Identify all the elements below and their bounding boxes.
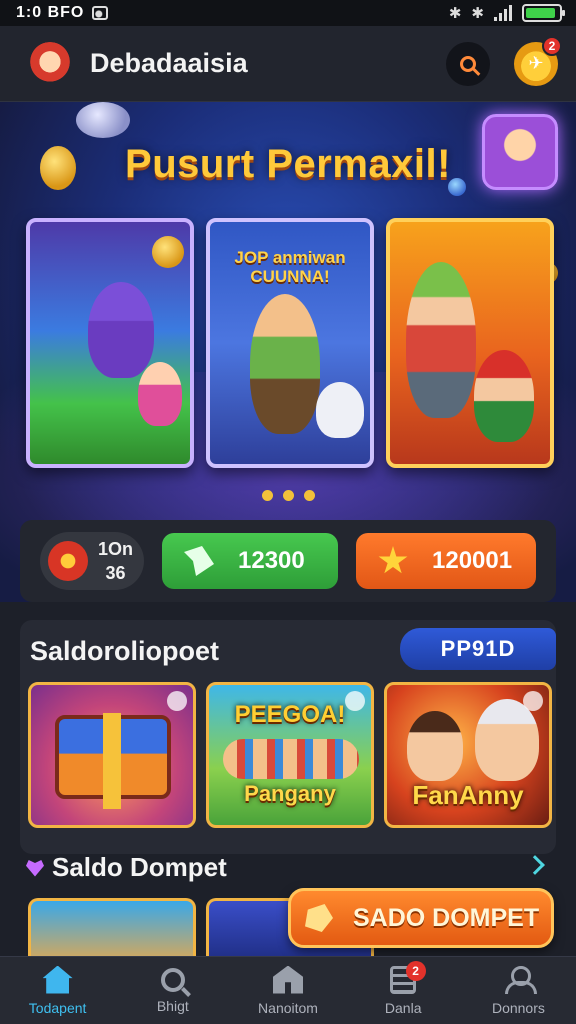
star-icon [378, 546, 408, 574]
user-icon [503, 965, 538, 994]
battery-icon [522, 4, 565, 22]
hero-title: Pusurt Permaxil! [125, 142, 451, 186]
info-icon[interactable] [345, 691, 365, 711]
game-thumb-chest[interactable] [28, 682, 196, 828]
nav-badge: 2 [405, 961, 426, 981]
orange-balance-value: 120001 [432, 547, 513, 574]
game-thumbs: PEEGOA! Pangany FanAnny [28, 682, 552, 828]
treasure-chest-icon [55, 713, 171, 809]
bluetooth-icon: ✱ [448, 5, 462, 22]
game-card[interactable]: JOP anmiwan CUUNNA! [206, 218, 374, 468]
character-figure [406, 262, 476, 418]
thumb-title: FanAnny [412, 780, 524, 810]
level-badge-line1: 1On [98, 539, 134, 559]
game-card[interactable] [386, 218, 554, 468]
coin-decoration [152, 236, 184, 268]
app-title: Debadaaisia [90, 48, 248, 78]
app-screen: 1:0 BFO ✱ ✱ Debadaaisia ✈ 2 Pusurt Perma… [0, 0, 576, 1024]
character-figure [474, 350, 534, 442]
nav-label: Todapent [28, 999, 87, 1016]
nav-messages[interactable]: 2 Danla [346, 957, 461, 1024]
store-icon [273, 965, 303, 994]
nav-label: Bhigt [156, 997, 189, 1014]
nav-store[interactable]: Nanoitom [230, 957, 345, 1024]
character-figure [88, 282, 154, 378]
search-button[interactable] [446, 41, 490, 86]
saldo-dompet-button[interactable]: SADO DOMPET [288, 888, 554, 948]
character-figure [250, 294, 320, 434]
notification-button[interactable]: ✈ 2 [514, 35, 562, 86]
character-figure [475, 699, 539, 781]
bottom-nav: Todapent Bhigt Nanoitom 2 Danla Donnors [0, 956, 576, 1024]
nav-label: Donnors [491, 999, 545, 1016]
status-bar: 1:0 BFO ✱ ✱ [0, 0, 576, 26]
info-icon[interactable] [523, 691, 543, 711]
thumb-subtitle: Pangany [244, 781, 336, 806]
nav-label: Nanoitom [258, 999, 318, 1016]
game-thumb-fanany[interactable]: FanAnny [384, 682, 552, 828]
crowd-figures [223, 739, 359, 779]
status-time: 1:0 BFO [16, 4, 85, 21]
level-badge-line2: 36 [105, 563, 126, 583]
character-figure [407, 711, 463, 781]
game-thumb-party[interactable]: PEEGOA! Pangany [206, 682, 374, 828]
nav-profile[interactable]: Donnors [461, 957, 576, 1024]
section-badge-button[interactable]: PP91D [400, 628, 556, 670]
carousel-dots[interactable] [0, 490, 576, 501]
wallet-icon [305, 904, 333, 932]
saldo-section-title: Saldo Dompet [52, 852, 227, 882]
games-section: Saldoroliopoet PP91D PEEGOA! Pangany Fan… [20, 620, 556, 854]
character-figure [316, 382, 364, 438]
medal-icon [48, 541, 88, 581]
card-caption: JOP anmiwan CUUNNA! [234, 248, 346, 286]
saldo-dompet-label: SADO DOMPET [353, 903, 540, 932]
avatar-logo-icon[interactable] [28, 41, 72, 86]
saldo-section-header: Saldo Dompet [26, 852, 227, 883]
level-badge[interactable]: 1On 36 [40, 532, 144, 590]
nav-home[interactable]: Todapent [0, 957, 115, 1024]
character-figure [138, 362, 182, 426]
search-icon [160, 967, 185, 992]
section-title: Saldoroliopoet [30, 636, 219, 666]
featured-cards: JOP anmiwan CUUNNA! [26, 218, 554, 468]
search-icon [460, 55, 476, 72]
notification-icon: ✈ [528, 53, 544, 73]
hero-banner[interactable]: Pusurt Permaxil! JOP anmiwan CUUNNA! 1On… [0, 102, 576, 602]
heart-icon [26, 859, 44, 877]
stats-bar: 1On 36 12300 120001 [20, 520, 556, 602]
image-icon [92, 6, 109, 20]
home-icon [42, 965, 73, 994]
notification-badge: 2 [542, 35, 562, 56]
signal-icon [494, 5, 512, 21]
green-balance-button[interactable]: 12300 [162, 533, 338, 589]
app-header: Debadaaisia ✈ 2 [0, 26, 576, 102]
leaf-icon [184, 546, 214, 576]
orange-balance-button[interactable]: 120001 [356, 533, 536, 589]
coin-decoration [76, 102, 130, 138]
nav-label: Danla [384, 999, 422, 1016]
bluetooth-icon: ✱ [471, 5, 484, 22]
nav-search[interactable]: Bhigt [115, 957, 230, 1024]
game-card[interactable] [26, 218, 194, 468]
green-balance-value: 12300 [238, 547, 305, 574]
info-icon[interactable] [167, 691, 187, 711]
chevron-right-icon[interactable] [525, 855, 545, 875]
